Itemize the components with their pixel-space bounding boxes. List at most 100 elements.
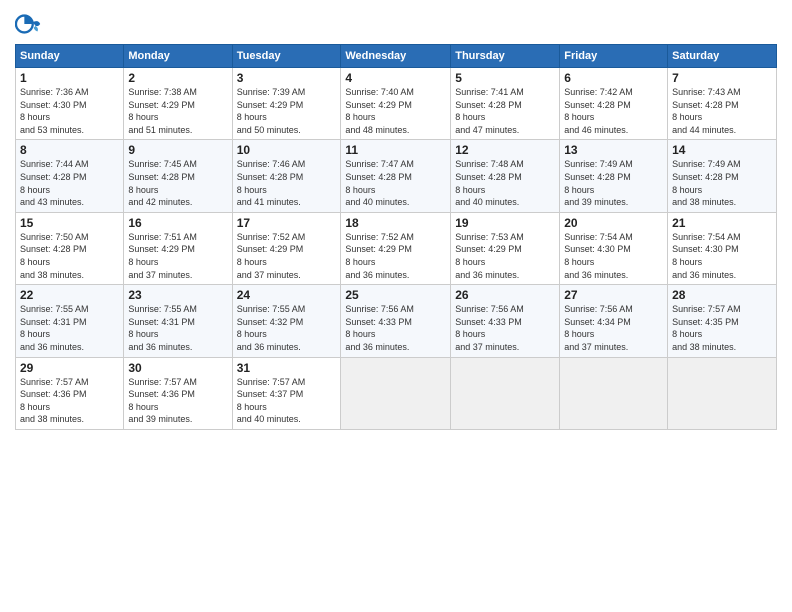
column-header-tuesday: Tuesday (232, 45, 341, 68)
day-number: 22 (20, 288, 119, 302)
day-number: 11 (345, 143, 446, 157)
calendar-cell: 1Sunrise: 7:36 AMSunset: 4:30 PM8 hoursa… (16, 68, 124, 140)
day-info: Sunrise: 7:39 AMSunset: 4:29 PM8 hoursan… (237, 87, 306, 135)
logo-icon (15, 10, 43, 38)
day-number: 7 (672, 71, 772, 85)
day-info: Sunrise: 7:57 AMSunset: 4:36 PM8 hoursan… (128, 377, 197, 425)
day-info: Sunrise: 7:54 AMSunset: 4:30 PM8 hoursan… (672, 232, 741, 280)
day-info: Sunrise: 7:42 AMSunset: 4:28 PM8 hoursan… (564, 87, 633, 135)
day-number: 10 (237, 143, 337, 157)
day-info: Sunrise: 7:56 AMSunset: 4:33 PM8 hoursan… (455, 304, 524, 352)
day-info: Sunrise: 7:56 AMSunset: 4:33 PM8 hoursan… (345, 304, 414, 352)
header-row: SundayMondayTuesdayWednesdayThursdayFrid… (16, 45, 777, 68)
calendar-cell (668, 357, 777, 429)
calendar-cell: 11 Sunrise: 7:47 AMSunset: 4:28 PM8 hours… (341, 140, 451, 212)
calendar-cell: 2 Sunrise: 7:38 AMSunset: 4:29 PM8 hoursa… (124, 68, 232, 140)
day-info: Sunrise: 7:57 AMSunset: 4:35 PM8 hoursan… (672, 304, 741, 352)
day-number: 29 (20, 361, 119, 375)
column-header-friday: Friday (560, 45, 668, 68)
calendar-cell: 15Sunrise: 7:50 AMSunset: 4:28 PM8 hours… (16, 212, 124, 284)
day-info: Sunrise: 7:48 AMSunset: 4:28 PM8 hoursan… (455, 159, 524, 207)
week-row-4: 22 Sunrise: 7:55 AMSunset: 4:31 PM8 hours… (16, 285, 777, 357)
day-number: 31 (237, 361, 337, 375)
calendar-cell: 19 Sunrise: 7:53 AMSunset: 4:29 PM8 hours… (451, 212, 560, 284)
header (15, 10, 777, 38)
day-info: Sunrise: 7:53 AMSunset: 4:29 PM8 hoursan… (455, 232, 524, 280)
day-info: Sunrise: 7:55 AMSunset: 4:31 PM8 hoursan… (20, 304, 89, 352)
day-number: 17 (237, 216, 337, 230)
day-number: 23 (128, 288, 227, 302)
calendar-cell: 22 Sunrise: 7:55 AMSunset: 4:31 PM8 hours… (16, 285, 124, 357)
day-number: 18 (345, 216, 446, 230)
day-number: 30 (128, 361, 227, 375)
day-number: 21 (672, 216, 772, 230)
day-info: Sunrise: 7:57 AMSunset: 4:36 PM8 hoursan… (20, 377, 89, 425)
day-number: 2 (128, 71, 227, 85)
calendar-cell: 13 Sunrise: 7:49 AMSunset: 4:28 PM8 hours… (560, 140, 668, 212)
day-info: Sunrise: 7:50 AMSunset: 4:28 PM8 hoursan… (20, 232, 89, 280)
day-info: Sunrise: 7:44 AMSunset: 4:28 PM8 hoursan… (20, 159, 89, 207)
calendar-cell: 20 Sunrise: 7:54 AMSunset: 4:30 PM8 hours… (560, 212, 668, 284)
calendar-cell: 6 Sunrise: 7:42 AMSunset: 4:28 PM8 hoursa… (560, 68, 668, 140)
day-number: 25 (345, 288, 446, 302)
calendar-cell: 3 Sunrise: 7:39 AMSunset: 4:29 PM8 hoursa… (232, 68, 341, 140)
calendar-cell (451, 357, 560, 429)
column-header-monday: Monday (124, 45, 232, 68)
day-info: Sunrise: 7:49 AMSunset: 4:28 PM8 hoursan… (672, 159, 741, 207)
calendar-body: 1Sunrise: 7:36 AMSunset: 4:30 PM8 hoursa… (16, 68, 777, 430)
day-number: 5 (455, 71, 555, 85)
calendar-cell: 25 Sunrise: 7:56 AMSunset: 4:33 PM8 hours… (341, 285, 451, 357)
calendar-cell: 21 Sunrise: 7:54 AMSunset: 4:30 PM8 hours… (668, 212, 777, 284)
calendar-cell: 12 Sunrise: 7:48 AMSunset: 4:28 PM8 hours… (451, 140, 560, 212)
day-info: Sunrise: 7:38 AMSunset: 4:29 PM8 hoursan… (128, 87, 197, 135)
day-number: 12 (455, 143, 555, 157)
day-info: Sunrise: 7:51 AMSunset: 4:29 PM8 hoursan… (128, 232, 197, 280)
day-info: Sunrise: 7:55 AMSunset: 4:32 PM8 hoursan… (237, 304, 306, 352)
column-header-sunday: Sunday (16, 45, 124, 68)
day-info: Sunrise: 7:49 AMSunset: 4:28 PM8 hoursan… (564, 159, 633, 207)
calendar-cell: 10 Sunrise: 7:46 AMSunset: 4:28 PM8 hours… (232, 140, 341, 212)
calendar-cell: 27 Sunrise: 7:56 AMSunset: 4:34 PM8 hours… (560, 285, 668, 357)
day-info: Sunrise: 7:52 AMSunset: 4:29 PM8 hoursan… (237, 232, 306, 280)
day-info: Sunrise: 7:46 AMSunset: 4:28 PM8 hoursan… (237, 159, 306, 207)
day-number: 9 (128, 143, 227, 157)
day-number: 6 (564, 71, 663, 85)
day-info: Sunrise: 7:52 AMSunset: 4:29 PM8 hoursan… (345, 232, 414, 280)
calendar-cell: 30 Sunrise: 7:57 AMSunset: 4:36 PM8 hours… (124, 357, 232, 429)
day-number: 27 (564, 288, 663, 302)
day-number: 19 (455, 216, 555, 230)
column-header-saturday: Saturday (668, 45, 777, 68)
day-info: Sunrise: 7:36 AMSunset: 4:30 PM8 hoursan… (20, 87, 89, 135)
day-info: Sunrise: 7:40 AMSunset: 4:29 PM8 hoursan… (345, 87, 414, 135)
day-info: Sunrise: 7:55 AMSunset: 4:31 PM8 hoursan… (128, 304, 197, 352)
calendar-header: SundayMondayTuesdayWednesdayThursdayFrid… (16, 45, 777, 68)
day-number: 16 (128, 216, 227, 230)
day-info: Sunrise: 7:54 AMSunset: 4:30 PM8 hoursan… (564, 232, 633, 280)
calendar-cell: 31Sunrise: 7:57 AMSunset: 4:37 PM8 hours… (232, 357, 341, 429)
day-info: Sunrise: 7:47 AMSunset: 4:28 PM8 hoursan… (345, 159, 414, 207)
column-header-wednesday: Wednesday (341, 45, 451, 68)
calendar-cell (560, 357, 668, 429)
day-number: 24 (237, 288, 337, 302)
day-number: 4 (345, 71, 446, 85)
day-number: 14 (672, 143, 772, 157)
day-info: Sunrise: 7:56 AMSunset: 4:34 PM8 hoursan… (564, 304, 633, 352)
calendar-cell: 5 Sunrise: 7:41 AMSunset: 4:28 PM8 hoursa… (451, 68, 560, 140)
day-info: Sunrise: 7:41 AMSunset: 4:28 PM8 hoursan… (455, 87, 524, 135)
day-number: 28 (672, 288, 772, 302)
calendar-cell: 14 Sunrise: 7:49 AMSunset: 4:28 PM8 hours… (668, 140, 777, 212)
day-number: 13 (564, 143, 663, 157)
calendar-cell: 28 Sunrise: 7:57 AMSunset: 4:35 PM8 hours… (668, 285, 777, 357)
week-row-5: 29 Sunrise: 7:57 AMSunset: 4:36 PM8 hours… (16, 357, 777, 429)
calendar-cell: 26 Sunrise: 7:56 AMSunset: 4:33 PM8 hours… (451, 285, 560, 357)
day-number: 20 (564, 216, 663, 230)
calendar-cell: 17 Sunrise: 7:52 AMSunset: 4:29 PM8 hours… (232, 212, 341, 284)
day-info: Sunrise: 7:45 AMSunset: 4:28 PM8 hoursan… (128, 159, 197, 207)
day-number: 26 (455, 288, 555, 302)
week-row-2: 8 Sunrise: 7:44 AMSunset: 4:28 PM8 hoursa… (16, 140, 777, 212)
day-number: 3 (237, 71, 337, 85)
day-number: 8 (20, 143, 119, 157)
logo (15, 10, 47, 38)
calendar-cell: 18 Sunrise: 7:52 AMSunset: 4:29 PM8 hours… (341, 212, 451, 284)
week-row-3: 15Sunrise: 7:50 AMSunset: 4:28 PM8 hours… (16, 212, 777, 284)
